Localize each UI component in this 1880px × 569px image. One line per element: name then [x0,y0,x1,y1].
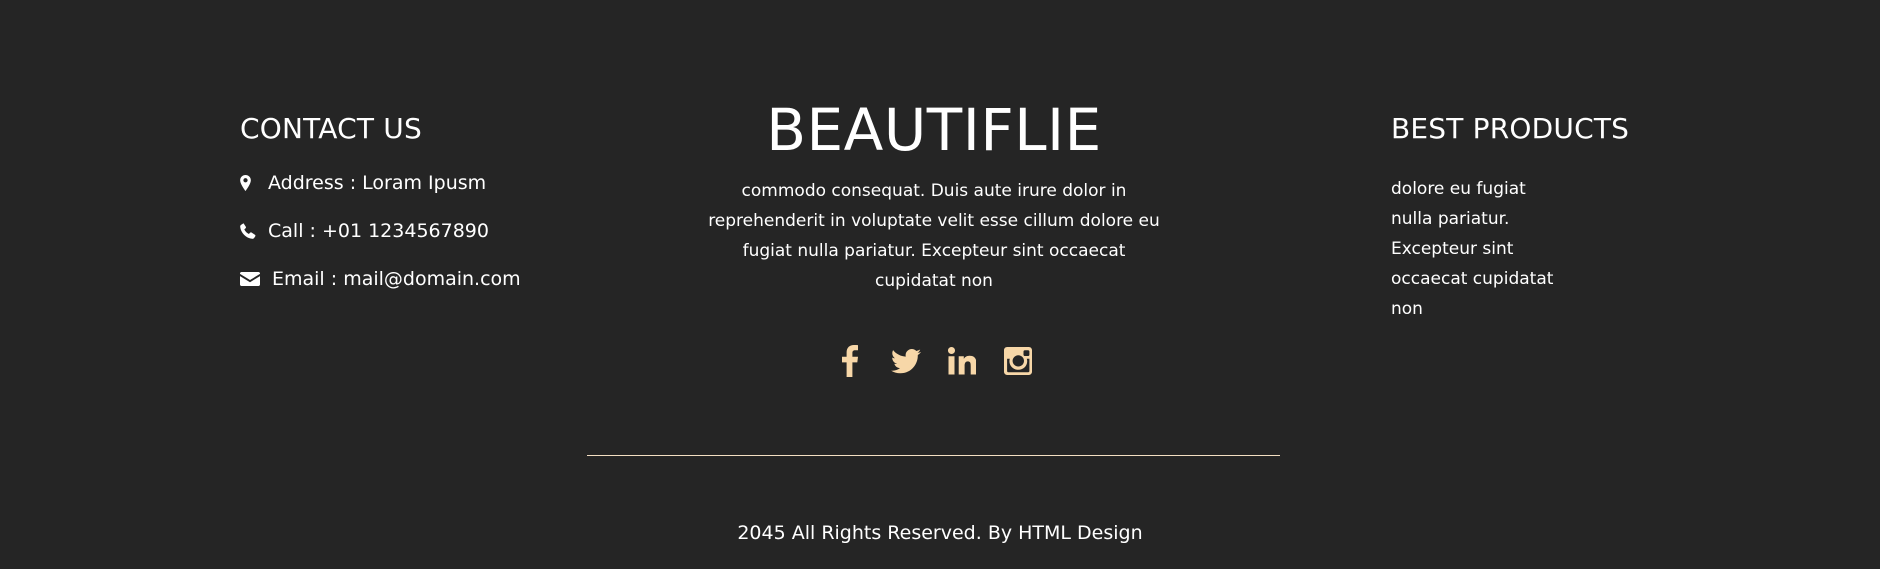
brand-description: commodo consequat. Duis aute irure dolor… [708,181,1160,291]
instagram-link[interactable] [1003,344,1033,378]
products-heading: BEST PRODUCTS [1391,112,1630,145]
brand-title: BEAUTIFLIE [766,96,1102,164]
phone-icon [240,223,264,239]
site-footer: CONTACT US Address : Loram Ipusm Call : … [0,0,1880,569]
map-marker-icon [240,175,264,191]
products-description: dolore eu fugiat nulla pariatur. Excepte… [1391,179,1554,319]
contact-email-text: Email : mail@domain.com [272,268,521,290]
contact-list: Address : Loram Ipusm Call : +01 1234567… [240,170,600,292]
contact-section: CONTACT US Address : Loram Ipusm Call : … [240,112,600,314]
linkedin-link[interactable] [947,344,977,378]
contact-address: Address : Loram Ipusm [240,170,600,196]
copyright-text: 2045 All Rights Reserved. By HTML Design [737,522,1143,544]
contact-email: Email : mail@domain.com [240,266,600,292]
contact-heading: CONTACT US [240,112,422,145]
linkedin-icon [948,347,976,375]
facebook-icon [842,345,858,377]
social-links [687,344,1181,378]
twitter-icon [891,348,921,373]
footer-divider [587,455,1280,456]
products-section: BEST PRODUCTS dolore eu fugiat nulla par… [1391,112,1691,341]
facebook-link[interactable] [835,344,865,378]
instagram-icon [1004,347,1032,375]
brand-section: BEAUTIFLIE commodo consequat. Duis aute … [687,96,1181,378]
contact-phone: Call : +01 1234567890 [240,218,600,244]
contact-phone-text: Call : +01 1234567890 [268,220,489,242]
envelope-icon [240,272,268,286]
contact-address-text: Address : Loram Ipusm [268,172,487,194]
twitter-link[interactable] [891,344,921,378]
